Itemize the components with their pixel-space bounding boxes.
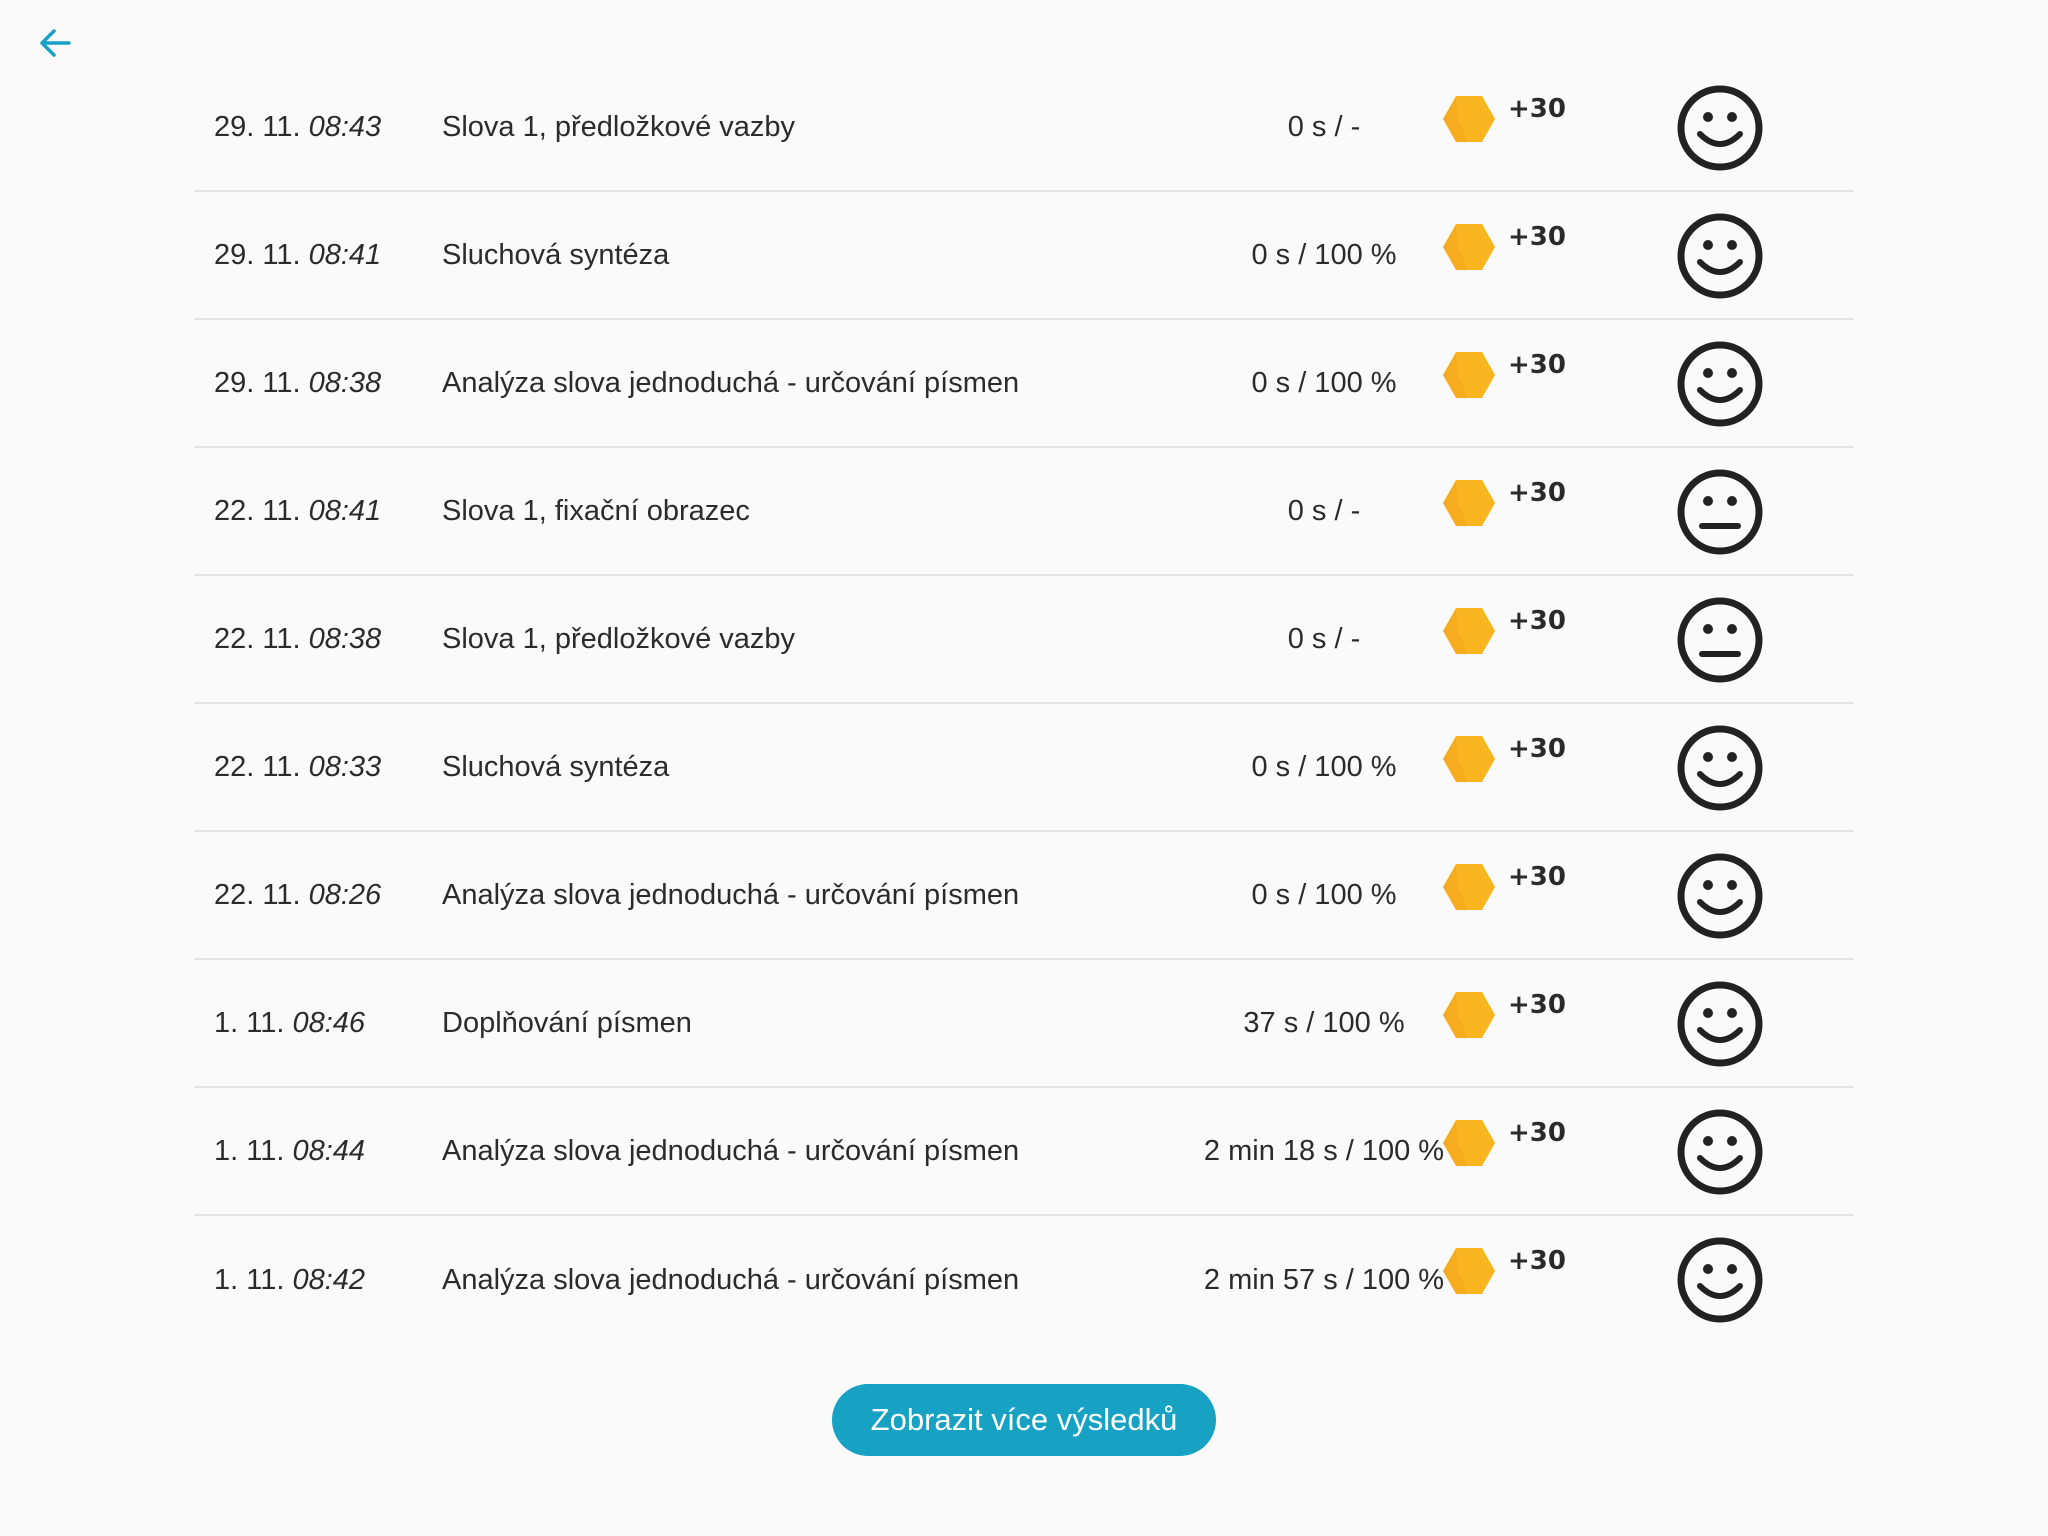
result-row: 1. 11. 08:46 Doplňování písmen 37 s / 10…: [194, 960, 1854, 1088]
result-date: 29. 11. 08:43: [214, 111, 381, 144]
result-row: 29. 11. 08:38 Analýza slova jednoduchá -…: [194, 320, 1854, 448]
result-reward: +30: [1442, 348, 1566, 402]
result-exercise-name: Slova 1, předložkové vazby: [442, 110, 796, 143]
result-reward: +30: [1442, 860, 1566, 914]
result-date-day: 22. 11.: [214, 622, 301, 655]
result-date-day: 1. 11.: [214, 1006, 285, 1039]
result-reward: +30: [1442, 92, 1566, 146]
show-more-results-button[interactable]: Zobrazit více výsledků: [832, 1384, 1216, 1456]
result-date-day: 29. 11.: [214, 238, 301, 271]
smiley-happy-icon: [1676, 1236, 1764, 1324]
result-date: 22. 11. 08:33: [214, 751, 381, 784]
result-date-time: 08:44: [292, 1134, 366, 1167]
result-date-time: 08:41: [308, 494, 382, 527]
coin-hexagon-icon: [1443, 96, 1495, 142]
result-exercise-name: Analýza slova jednoduchá - určování písm…: [442, 366, 1020, 399]
result-date-time: 08:42: [292, 1263, 366, 1296]
smiley-neutral-icon: [1676, 596, 1764, 684]
result-points: +30: [1508, 478, 1566, 508]
result-reward: +30: [1442, 604, 1566, 658]
result-date: 1. 11. 08:42: [214, 1264, 365, 1297]
result-date: 29. 11. 08:41: [214, 239, 381, 272]
result-date-day: 1. 11.: [214, 1263, 285, 1296]
result-date-day: 22. 11.: [214, 878, 301, 911]
result-date: 29. 11. 08:38: [214, 367, 381, 400]
result-exercise-name: Slova 1, předložkové vazby: [442, 622, 796, 655]
result-exercise-name: Analýza slova jednoduchá - určování písm…: [442, 1134, 1020, 1167]
result-points: +30: [1508, 350, 1566, 380]
result-date-day: 22. 11.: [214, 750, 301, 783]
result-points: +30: [1508, 606, 1566, 636]
result-points: +30: [1508, 94, 1566, 124]
coin-hexagon-icon: [1443, 352, 1495, 398]
result-date: 22. 11. 08:41: [214, 495, 381, 528]
smiley-happy-icon: [1676, 724, 1764, 812]
coin-hexagon-icon: [1443, 1248, 1495, 1294]
result-row: 22. 11. 08:38 Slova 1, předložkové vazby…: [194, 576, 1854, 704]
result-date-day: 22. 11.: [214, 494, 301, 527]
coin-hexagon-icon: [1443, 1120, 1495, 1166]
coin-hexagon-icon: [1443, 992, 1495, 1038]
result-date: 22. 11. 08:38: [214, 623, 381, 656]
result-reward: +30: [1442, 1244, 1566, 1298]
smiley-happy-icon: [1676, 84, 1764, 172]
result-date-day: 29. 11.: [214, 110, 301, 143]
result-exercise-name: Analýza slova jednoduchá - určování písm…: [442, 1263, 1020, 1296]
result-row: 1. 11. 08:42 Analýza slova jednoduchá - …: [194, 1216, 1854, 1344]
result-row: 22. 11. 08:41 Slova 1, fixační obrazec 0…: [194, 448, 1854, 576]
smiley-happy-icon: [1676, 980, 1764, 1068]
result-points: +30: [1508, 990, 1566, 1020]
result-row: 1. 11. 08:44 Analýza slova jednoduchá - …: [194, 1088, 1854, 1216]
result-date-time: 08:41: [308, 238, 382, 271]
smiley-happy-icon: [1676, 1108, 1764, 1196]
result-exercise-name: Doplňování písmen: [442, 1006, 692, 1039]
result-points: +30: [1508, 222, 1566, 252]
back-button[interactable]: [30, 18, 80, 68]
result-points: +30: [1508, 1118, 1566, 1148]
result-date: 22. 11. 08:26: [214, 879, 381, 912]
result-date: 1. 11. 08:44: [214, 1135, 365, 1168]
result-points: +30: [1508, 1246, 1566, 1276]
result-exercise-name: Sluchová syntéza: [442, 238, 670, 271]
result-date-time: 08:26: [308, 878, 382, 911]
result-reward: +30: [1442, 1116, 1566, 1170]
result-exercise-name: Slova 1, fixační obrazec: [442, 494, 750, 527]
result-reward: +30: [1442, 220, 1566, 274]
result-date-time: 08:33: [308, 750, 382, 783]
result-points: +30: [1508, 862, 1566, 892]
result-date-day: 29. 11.: [214, 366, 301, 399]
coin-hexagon-icon: [1443, 864, 1495, 910]
result-date-time: 08:43: [308, 110, 382, 143]
smiley-happy-icon: [1676, 852, 1764, 940]
result-row: 22. 11. 08:26 Analýza slova jednoduchá -…: [194, 832, 1854, 960]
result-date-day: 1. 11.: [214, 1134, 285, 1167]
result-row: 29. 11. 08:43 Slova 1, předložkové vazby…: [194, 64, 1854, 192]
coin-hexagon-icon: [1443, 736, 1495, 782]
smiley-neutral-icon: [1676, 468, 1764, 556]
result-exercise-name: Sluchová syntéza: [442, 750, 670, 783]
arrow-left-icon: [40, 29, 71, 57]
coin-hexagon-icon: [1443, 480, 1495, 526]
result-date: 1. 11. 08:46: [214, 1007, 365, 1040]
smiley-happy-icon: [1676, 340, 1764, 428]
coin-hexagon-icon: [1443, 224, 1495, 270]
result-date-time: 08:38: [308, 622, 382, 655]
result-reward: +30: [1442, 476, 1566, 530]
result-date-time: 08:46: [292, 1006, 366, 1039]
result-row: 22. 11. 08:33 Sluchová syntéza 0 s / 100…: [194, 704, 1854, 832]
results-list: 29. 11. 08:43 Slova 1, předložkové vazby…: [194, 64, 1854, 1344]
result-date-time: 08:38: [308, 366, 382, 399]
coin-hexagon-icon: [1443, 608, 1495, 654]
result-reward: +30: [1442, 988, 1566, 1042]
smiley-happy-icon: [1676, 212, 1764, 300]
result-reward: +30: [1442, 732, 1566, 786]
result-exercise-name: Analýza slova jednoduchá - určování písm…: [442, 878, 1020, 911]
result-points: +30: [1508, 734, 1566, 764]
result-row: 29. 11. 08:41 Sluchová syntéza 0 s / 100…: [194, 192, 1854, 320]
